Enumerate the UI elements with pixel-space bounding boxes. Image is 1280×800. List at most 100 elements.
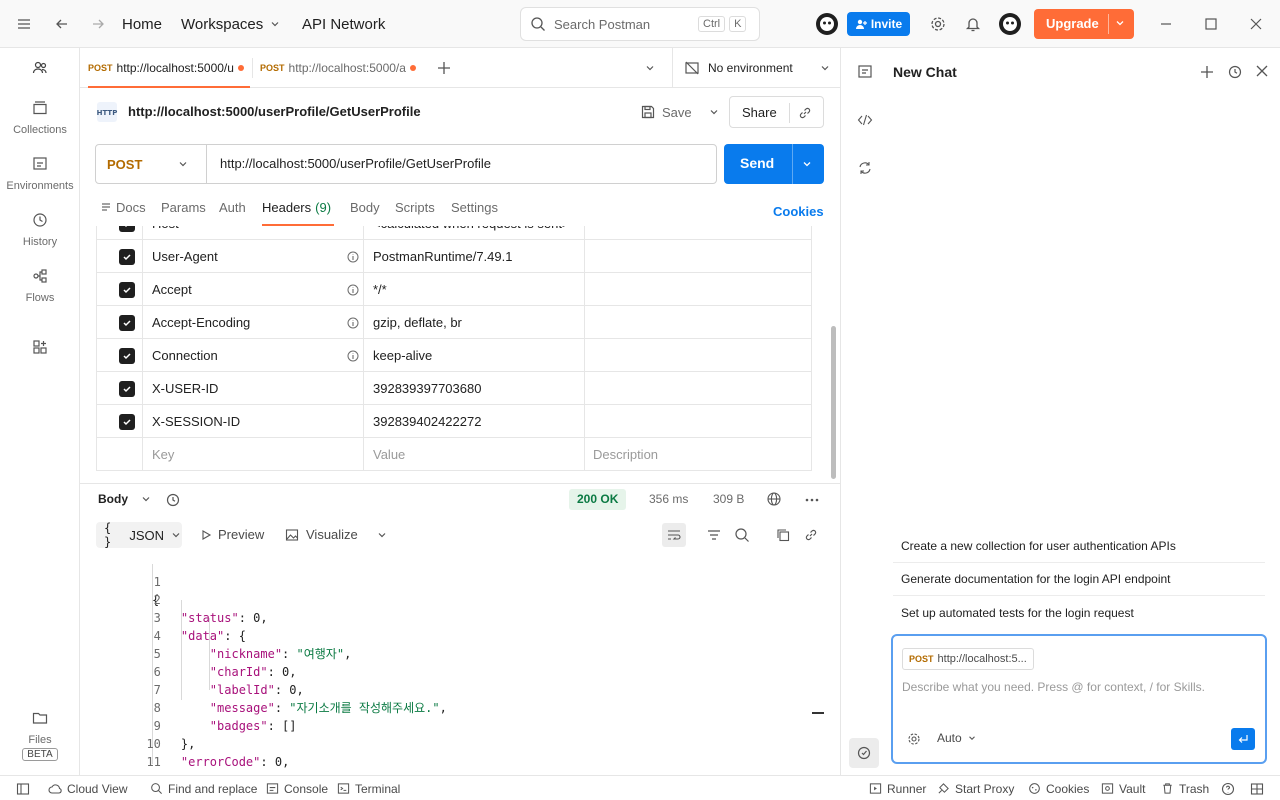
- key-placeholder[interactable]: Key: [152, 438, 174, 471]
- row-checkbox[interactable]: [119, 347, 135, 364]
- suggestion-item[interactable]: Generate documentation for the login API…: [893, 563, 1265, 596]
- visualize-button[interactable]: Visualize: [285, 527, 388, 542]
- chat-history-icon[interactable]: [1227, 64, 1243, 80]
- header-key[interactable]: User-Agent: [152, 240, 218, 273]
- headers-scrollbar[interactable]: [831, 326, 836, 479]
- trash-button[interactable]: Trash: [1161, 776, 1209, 800]
- tab-headers[interactable]: Headers (9): [262, 200, 331, 226]
- header-value[interactable]: 392839397703680: [373, 372, 481, 405]
- cloud-view-button[interactable]: Cloud View: [48, 776, 127, 800]
- upgrade-button[interactable]: Upgrade: [1034, 9, 1134, 39]
- url-input[interactable]: http://localhost:5000/userProfile/GetUse…: [220, 156, 491, 171]
- value-placeholder[interactable]: Value: [373, 438, 405, 471]
- minimize-window-icon[interactable]: [1156, 14, 1176, 34]
- header-value[interactable]: <calculated when request is sent>: [373, 226, 570, 240]
- agent-mode-icon[interactable]: [849, 738, 879, 768]
- terminal-button[interactable]: Terminal: [337, 776, 400, 800]
- info-icon[interactable]: [347, 240, 359, 273]
- tab-settings[interactable]: Settings: [451, 200, 498, 226]
- search-icon[interactable]: [734, 527, 750, 543]
- response-body-selector[interactable]: Body: [98, 492, 152, 506]
- share-button[interactable]: Share: [742, 105, 777, 120]
- bell-icon[interactable]: [963, 14, 983, 34]
- header-key[interactable]: Connection: [152, 339, 218, 372]
- maximize-window-icon[interactable]: [1201, 14, 1221, 34]
- tab-auth[interactable]: Auth: [219, 200, 246, 226]
- chevron-down-icon[interactable]: [801, 158, 813, 170]
- suggestion-item[interactable]: Create a new collection for user authent…: [893, 530, 1265, 563]
- vault-button[interactable]: Vault: [1101, 776, 1145, 800]
- sidebar-item-environments[interactable]: Environments: [0, 154, 80, 192]
- response-time[interactable]: 356 ms: [649, 492, 688, 506]
- back-arrow-icon[interactable]: [52, 14, 72, 34]
- hamburger-menu-icon[interactable]: [14, 14, 34, 34]
- info-icon[interactable]: [347, 273, 359, 306]
- chevron-down-icon[interactable]: [1114, 17, 1126, 29]
- runner-button[interactable]: Runner: [869, 776, 926, 800]
- request-tab[interactable]: POST http://localhost:5000/a: [260, 48, 420, 88]
- history-icon[interactable]: [165, 492, 181, 508]
- home-link[interactable]: Home: [122, 0, 162, 48]
- row-checkbox[interactable]: [119, 314, 135, 331]
- chat-list-icon[interactable]: [857, 64, 873, 80]
- user-avatar[interactable]: [998, 12, 1022, 36]
- environment-selector[interactable]: No environment: [684, 48, 834, 88]
- close-icon[interactable]: [1255, 64, 1269, 78]
- request-title[interactable]: http://localhost:5000/userProfile/GetUse…: [128, 104, 421, 119]
- tab-body[interactable]: Body: [350, 200, 380, 226]
- gear-icon[interactable]: [928, 14, 948, 34]
- header-value[interactable]: PostmanRuntime/7.49.1: [373, 240, 512, 273]
- row-checkbox[interactable]: [119, 413, 135, 430]
- code-icon[interactable]: [857, 112, 873, 128]
- sidebar-item-flows[interactable]: Flows: [0, 266, 80, 304]
- console-button[interactable]: Console: [266, 776, 328, 800]
- help-icon[interactable]: [1221, 782, 1235, 796]
- copy-link-icon[interactable]: [797, 105, 813, 121]
- toggle-sidebar-icon[interactable]: [16, 782, 30, 796]
- new-tab-plus-icon[interactable]: [436, 60, 452, 76]
- tabs-dropdown-chevron-icon[interactable]: [644, 62, 656, 74]
- request-tab-active[interactable]: POST http://localhost:5000/u: [88, 48, 250, 88]
- header-key[interactable]: Accept-Encoding: [152, 306, 250, 339]
- link-icon[interactable]: [803, 527, 819, 543]
- search-input[interactable]: Search Postman Ctrl K: [520, 7, 760, 41]
- more-options-icon[interactable]: [804, 492, 820, 508]
- tab-docs[interactable]: Docs: [100, 200, 146, 226]
- settings-gear-icon[interactable]: [907, 732, 921, 746]
- close-window-icon[interactable]: [1246, 14, 1266, 34]
- response-size[interactable]: 309 B: [713, 492, 744, 506]
- format-selector[interactable]: { } JSON: [96, 521, 182, 549]
- layout-grid-icon[interactable]: [1250, 782, 1264, 796]
- sidebar-item-collections[interactable]: Collections: [0, 98, 80, 136]
- description-placeholder[interactable]: Description: [593, 438, 658, 471]
- chat-input[interactable]: Describe what you need. Press @ for cont…: [902, 680, 1205, 694]
- cookies-button[interactable]: Cookies: [1028, 776, 1089, 800]
- header-value[interactable]: 392839402422272: [373, 405, 481, 438]
- sidebar-item-team[interactable]: [0, 58, 80, 80]
- sidebar-item-history[interactable]: History: [0, 210, 80, 248]
- info-icon[interactable]: [347, 306, 359, 339]
- new-chat-plus-icon[interactable]: [1199, 64, 1215, 80]
- suggestion-item[interactable]: Set up automated tests for the login req…: [893, 596, 1265, 629]
- tab-params[interactable]: Params: [161, 200, 206, 226]
- find-replace-button[interactable]: Find and replace: [150, 776, 257, 800]
- status-badge[interactable]: 200 OK: [569, 489, 627, 510]
- row-checkbox[interactable]: [119, 380, 135, 397]
- header-key[interactable]: Accept: [152, 273, 192, 306]
- workspaces-menu[interactable]: Workspaces: [181, 0, 281, 48]
- model-mode-selector[interactable]: Auto: [937, 731, 977, 745]
- globe-icon[interactable]: [766, 491, 782, 507]
- info-icon[interactable]: [347, 339, 359, 372]
- row-checkbox[interactable]: [119, 281, 135, 298]
- header-value[interactable]: */*: [373, 273, 387, 306]
- context-chip[interactable]: POST http://localhost:5...: [902, 648, 1034, 670]
- filter-icon[interactable]: [706, 527, 722, 543]
- chevron-down-icon[interactable]: [708, 106, 720, 118]
- sidebar-item-more[interactable]: [0, 337, 80, 359]
- send-message-icon[interactable]: [1231, 728, 1255, 750]
- forward-arrow-icon[interactable]: [88, 14, 108, 34]
- wrap-lines-icon[interactable]: [662, 523, 686, 547]
- save-button[interactable]: Save: [636, 96, 722, 128]
- row-checkbox[interactable]: [119, 248, 135, 265]
- header-value[interactable]: keep-alive: [373, 339, 432, 372]
